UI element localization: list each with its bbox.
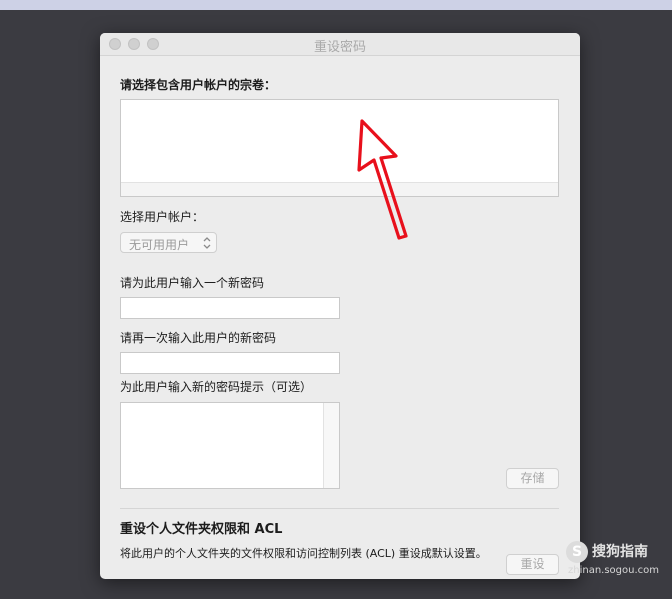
reset-password-window: 重设密码 请选择包含用户帐户的宗卷： 选择用户帐户： 无可用用户 请为此用户输入… (100, 33, 580, 579)
acl-section-description: 将此用户的个人文件夹的文件权限和访问控制列表 (ACL) 重设成默认设置。 (120, 547, 487, 560)
user-account-popup-value: 无可用用户 (129, 238, 190, 252)
volume-list-label: 请选择包含用户帐户的宗卷： (120, 78, 277, 92)
acl-section-title: 重设个人文件夹权限和 ACL (120, 522, 283, 537)
password-hint-vertical-scrollbar[interactable] (323, 403, 339, 488)
user-account-popup[interactable]: 无可用用户 (120, 232, 217, 253)
chevron-up-down-icon (202, 235, 212, 254)
reset-button[interactable]: 重设 (506, 554, 559, 575)
confirm-password-field[interactable] (120, 352, 340, 374)
section-divider (120, 508, 559, 509)
sogou-logo-icon: S (566, 541, 588, 563)
watermark-url: zhinan.sogou.com (568, 565, 660, 576)
new-password-field[interactable] (120, 297, 340, 319)
user-account-label: 选择用户帐户： (120, 210, 205, 224)
window-titlebar: 重设密码 (100, 33, 580, 56)
sogou-watermark: S 搜狗指南 zhinan.sogou.com (566, 540, 666, 580)
confirm-password-label: 请再一次输入此用户的新密码 (120, 331, 277, 345)
volume-list[interactable] (120, 99, 559, 197)
password-hint-label: 为此用户输入新的密码提示（可选） (120, 380, 313, 394)
save-button[interactable]: 存储 (506, 468, 559, 489)
watermark-brand: 搜狗指南 (592, 544, 648, 560)
password-hint-textarea[interactable] (120, 402, 340, 489)
new-password-label: 请为此用户输入一个新密码 (120, 276, 265, 290)
window-title: 重设密码 (313, 40, 366, 55)
volume-list-horizontal-scrollbar[interactable] (121, 182, 558, 196)
desktop-menu-bar (0, 0, 672, 10)
